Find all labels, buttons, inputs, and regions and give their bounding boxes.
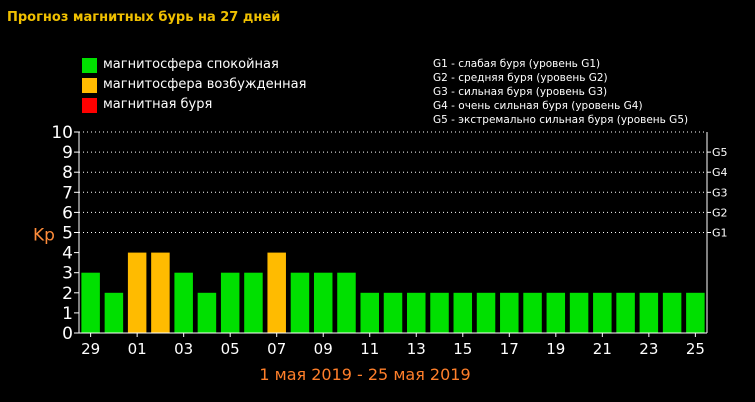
- kp-bar: [127, 252, 147, 333]
- y-axis-label: Kp: [33, 226, 55, 246]
- x-tick-label: 23: [639, 340, 658, 358]
- y-tick-label: 7: [62, 183, 73, 203]
- kp-bar: [569, 292, 589, 333]
- kp-bar: [220, 272, 240, 333]
- x-tick-label: 25: [686, 340, 705, 358]
- y-tick-label: 5: [62, 224, 73, 244]
- x-tick-label: 15: [453, 340, 472, 358]
- g-tick-label: G5: [712, 146, 728, 159]
- kp-bar: [174, 272, 193, 333]
- x-tick-label: 19: [546, 340, 565, 358]
- x-tick-label: 03: [174, 340, 193, 358]
- kp-bar: [360, 292, 379, 333]
- x-tick-label: 07: [267, 340, 286, 358]
- kp-bar: [104, 292, 124, 333]
- kp-bar: [686, 292, 705, 333]
- x-tick-label: 11: [360, 340, 379, 358]
- kp-bar-chart: 012345678910G1G2G3G4G5Kp29 01 03 05 07 09 11 13…: [33, 123, 728, 384]
- x-axis-label: 1 мая 2019 - 25 мая 2019: [259, 365, 470, 384]
- kp-bar: [639, 292, 659, 333]
- kp-bar: [616, 292, 635, 333]
- kp-bar: [290, 272, 310, 333]
- y-tick-label: 2: [62, 284, 73, 304]
- y-tick-label: 10: [51, 123, 73, 143]
- x-tick-label: 21: [593, 340, 612, 358]
- x-tick-label: 09: [314, 340, 333, 358]
- kp-bar: [593, 292, 612, 333]
- kp-bar: [313, 272, 333, 333]
- x-tick-label: 05: [221, 340, 240, 358]
- kp-bar: [546, 292, 566, 333]
- kp-bar: [383, 292, 403, 333]
- kp-bar: [337, 272, 356, 333]
- kp-bar: [197, 292, 217, 333]
- kp-bar: [267, 252, 286, 333]
- x-tick-label: 13: [407, 340, 426, 358]
- kp-bar: [662, 292, 682, 333]
- kp-bar: [151, 252, 170, 333]
- g-tick-label: G1: [712, 227, 728, 240]
- x-tick-label: 17: [500, 340, 519, 358]
- kp-bar: [407, 292, 426, 333]
- x-tick-label: 29: [81, 340, 100, 358]
- y-tick-label: 3: [62, 264, 73, 284]
- kp-bar: [476, 292, 496, 333]
- kp-bar: [244, 272, 263, 333]
- x-tick-label: 01: [128, 340, 147, 358]
- y-tick-label: 1: [62, 304, 73, 324]
- kp-bar: [430, 292, 449, 333]
- g-tick-label: G2: [712, 206, 728, 219]
- kp-bar: [453, 292, 473, 333]
- y-tick-label: 0: [62, 324, 73, 344]
- y-tick-label: 9: [62, 143, 73, 163]
- kp-bar: [500, 292, 519, 333]
- y-tick-label: 8: [62, 163, 73, 183]
- y-tick-label: 4: [62, 244, 73, 264]
- kp-bar: [523, 292, 542, 333]
- g-tick-label: G3: [712, 186, 728, 199]
- kp-bar: [81, 272, 100, 333]
- g-tick-label: G4: [712, 166, 728, 179]
- y-tick-label: 6: [62, 203, 73, 223]
